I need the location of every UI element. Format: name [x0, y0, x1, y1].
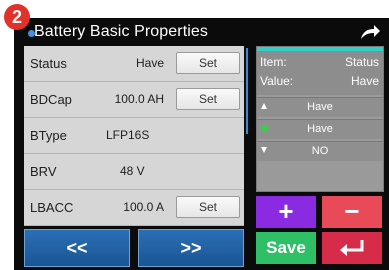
- row-value: Have: [135, 56, 164, 70]
- item-value: Status: [344, 55, 379, 69]
- row-value: 100.0 A: [123, 200, 164, 214]
- list-item-status: Status Have Set: [24, 46, 244, 82]
- down-triangle-icon: [261, 147, 267, 153]
- list-item-btype: BType LFP16S: [24, 118, 244, 154]
- set-button-lbacc[interactable]: Set: [176, 196, 240, 218]
- editor-info: Item: Status Value: Have: [257, 51, 383, 95]
- list-item-lbacc: LBACC 100.0 A Set: [24, 190, 244, 226]
- back-button[interactable]: [322, 232, 382, 264]
- increment-button[interactable]: +: [256, 196, 316, 228]
- item-label: Item:: [260, 55, 287, 69]
- save-button[interactable]: Save: [256, 232, 316, 264]
- list-scrollbar[interactable]: [246, 48, 248, 134]
- list-item-brv: BRV 48 V: [24, 154, 244, 190]
- next-page-button[interactable]: >>: [138, 229, 244, 267]
- row-label: Status: [30, 56, 67, 71]
- title-bar: Battery Basic Properties: [14, 18, 389, 46]
- step-badge: 2: [4, 4, 30, 30]
- row-value: 100.0 AH: [114, 92, 164, 106]
- prev-page-button[interactable]: <<: [24, 229, 130, 267]
- row-label: LBACC: [30, 200, 74, 215]
- option-label: NO: [311, 145, 329, 157]
- value-label: Value:: [260, 74, 294, 88]
- row-value: 48 V: [120, 164, 145, 178]
- decrement-button[interactable]: −: [322, 196, 382, 228]
- row-label: BDCap: [30, 92, 72, 107]
- option-label: Have: [307, 123, 333, 135]
- enter-return-icon: [340, 240, 364, 256]
- device-screen: Battery Basic Properties Status Have Set…: [14, 18, 389, 270]
- list-item-bdcap: BDCap 100.0 AH Set: [24, 82, 244, 118]
- return-arrow-icon[interactable]: [359, 23, 381, 41]
- option-label: Have: [307, 101, 333, 113]
- set-button-status[interactable]: Set: [176, 52, 240, 74]
- property-list: Status Have Set BDCap 100.0 AH Set BType…: [24, 46, 244, 226]
- option-item-2[interactable]: Have: [257, 119, 383, 139]
- check-icon: [261, 125, 267, 131]
- up-triangle-icon: [261, 103, 267, 109]
- set-button-bdcap[interactable]: Set: [176, 88, 240, 110]
- value-value: Have: [350, 74, 379, 88]
- value-editor-panel: Item: Status Value: Have Have Have NO: [256, 46, 384, 192]
- row-label: BType: [30, 128, 67, 143]
- option-item-1[interactable]: Have: [257, 97, 383, 117]
- row-value: LFP16S: [106, 128, 150, 142]
- row-label: BRV: [30, 164, 57, 179]
- option-item-3[interactable]: NO: [257, 141, 383, 161]
- page-title: Battery Basic Properties: [34, 23, 209, 40]
